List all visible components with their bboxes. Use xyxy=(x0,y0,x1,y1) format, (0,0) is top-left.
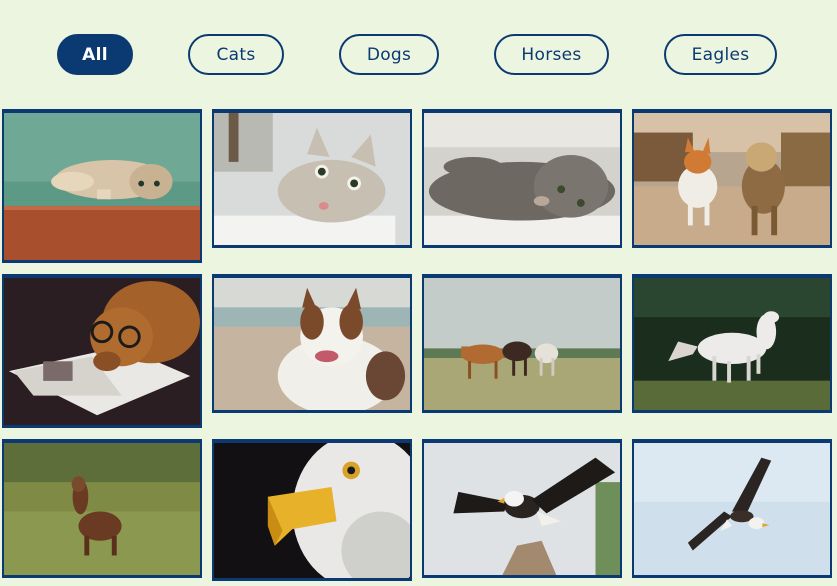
gallery-item-cat-gray[interactable] xyxy=(422,109,622,248)
gallery-item-eagle-head[interactable] xyxy=(212,439,412,581)
eagle-photo xyxy=(424,443,620,575)
cat-photo xyxy=(424,113,620,245)
gallery-item-dog-beach[interactable] xyxy=(212,274,412,413)
gallery-item-dog-reading[interactable] xyxy=(2,274,202,428)
gallery-item-eagle-flight[interactable] xyxy=(632,439,832,578)
dog-photo xyxy=(634,113,830,245)
gallery-item-horses-field[interactable] xyxy=(422,274,622,413)
eagle-photo xyxy=(634,443,830,575)
gallery-item-eagle-rock[interactable] xyxy=(422,439,622,578)
dog-photo xyxy=(4,278,200,425)
gallery-item-dogs-path[interactable] xyxy=(632,109,832,248)
eagle-photo xyxy=(214,443,410,578)
gallery-item-cat-ledge[interactable] xyxy=(212,109,412,248)
image-gallery xyxy=(0,0,837,586)
gallery-item-horse-white[interactable] xyxy=(632,274,832,413)
cat-photo xyxy=(4,113,200,260)
dog-photo xyxy=(214,278,410,410)
gallery-item-cat-floor[interactable] xyxy=(2,109,202,263)
horse-photo xyxy=(4,443,200,575)
horse-photo xyxy=(634,278,830,410)
cat-photo xyxy=(214,113,410,245)
gallery-item-foal-grass[interactable] xyxy=(2,439,202,578)
horse-photo xyxy=(424,278,620,410)
